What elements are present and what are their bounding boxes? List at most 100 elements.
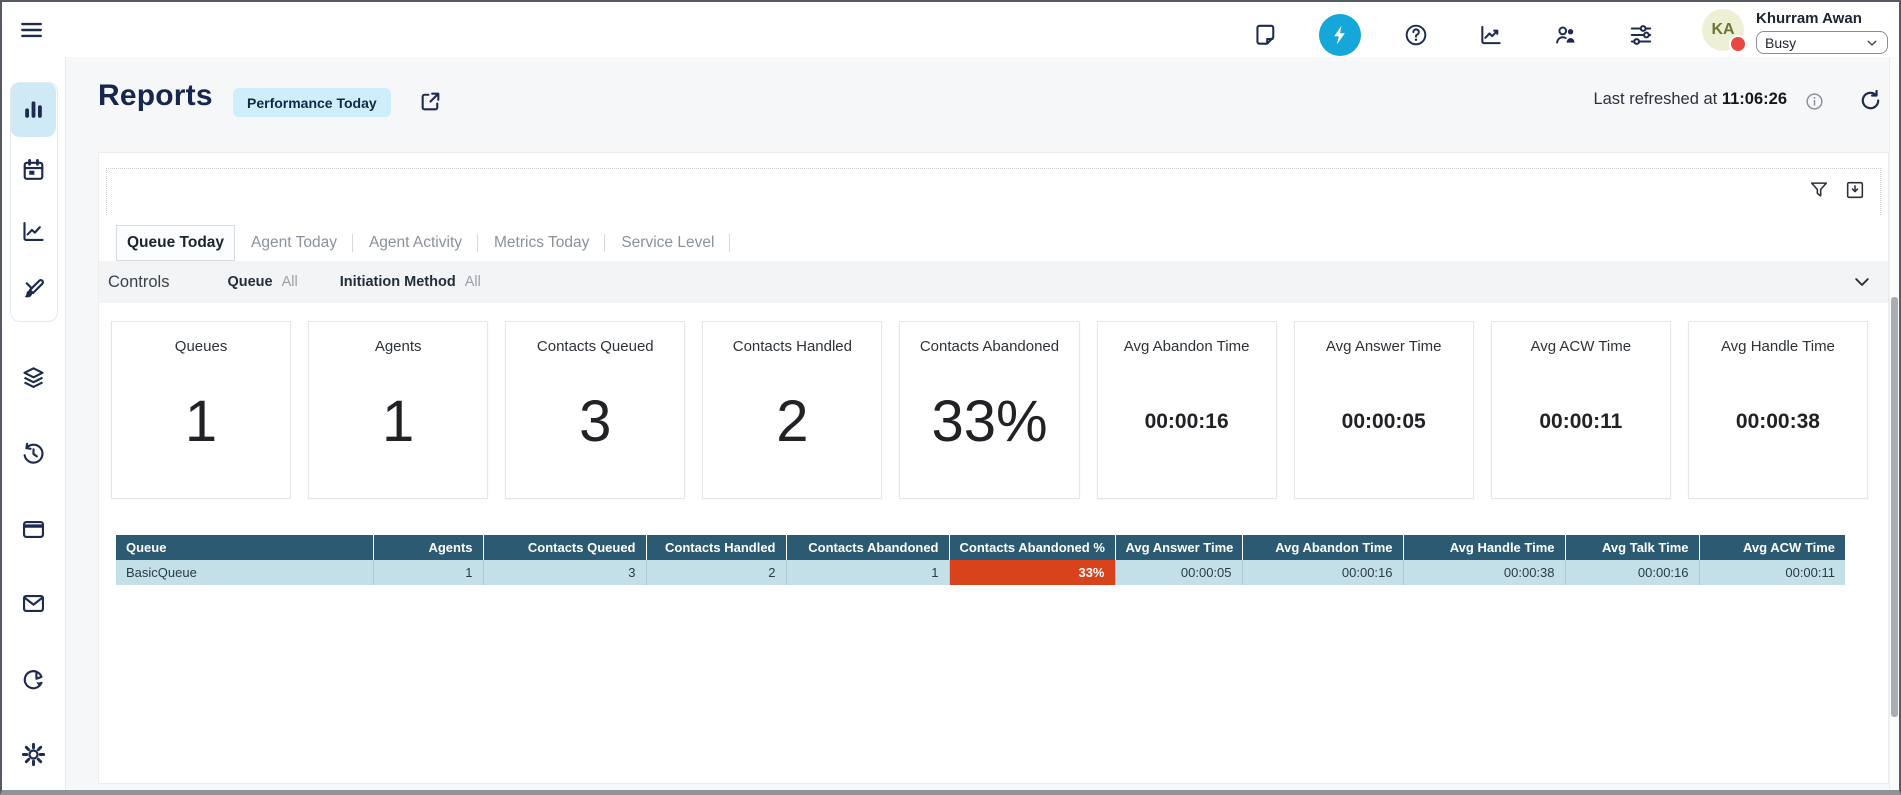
initiation-method-label: Initiation Method [340, 274, 456, 290]
sidebar-item-historical-metrics[interactable] [2, 218, 65, 245]
metric-value: 1 [382, 388, 414, 455]
window-icon [20, 516, 47, 543]
sidebar-item-mail[interactable] [2, 590, 65, 617]
cell-contacts-queued: 3 [483, 560, 646, 585]
status-select[interactable]: Busy [1756, 31, 1888, 54]
metric-card-avg-abandon-time: Avg Abandon Time 00:00:16 [1097, 321, 1277, 499]
metric-label: Avg Handle Time [1721, 338, 1835, 355]
sidebar-item-customize[interactable] [2, 276, 65, 303]
bar-chart-icon [20, 96, 47, 123]
controls-title: Controls [108, 273, 169, 292]
cell-queue: BasicQueue [116, 560, 373, 585]
col-avg-abandon-time[interactable]: Avg Abandon Time [1242, 535, 1403, 560]
tab-metrics-today[interactable]: Metrics Today [478, 225, 605, 261]
queue-table: Queue Agents Contacts Queued Contacts Ha… [116, 535, 1845, 585]
metrics-chart-icon[interactable] [1478, 22, 1504, 48]
controls-collapse-chevron-icon[interactable] [1852, 272, 1872, 292]
col-avg-talk-time[interactable]: Avg Talk Time [1565, 535, 1699, 560]
col-avg-handle-time[interactable]: Avg Handle Time [1403, 535, 1565, 560]
metric-label: Contacts Handled [733, 338, 852, 355]
status-value: Busy [1765, 35, 1796, 51]
queue-filter-label: Queue [227, 274, 272, 290]
metric-label: Avg Abandon Time [1124, 338, 1250, 355]
history-icon [20, 440, 47, 467]
metric-value: 00:00:05 [1342, 410, 1426, 434]
metric-label: Contacts Queued [537, 338, 654, 355]
metric-card-contacts-handled: Contacts Handled 2 [702, 321, 882, 499]
col-avg-answer-time[interactable]: Avg Answer Time [1115, 535, 1242, 560]
queue-filter[interactable]: Queue All [227, 274, 297, 290]
report-tabs: Queue Today Agent Today Agent Activity M… [116, 225, 730, 261]
table-header-row: Queue Agents Contacts Queued Contacts Ha… [116, 535, 1845, 560]
last-refreshed-label: Last refreshed at [1593, 90, 1717, 108]
quick-actions-icon[interactable] [1319, 14, 1361, 56]
top-bar: KA Khurram Awan Busy [2, 2, 1899, 57]
report-card: Queue Today Agent Today Agent Activity M… [98, 152, 1889, 784]
sidebar-item-window[interactable] [2, 516, 65, 543]
hamburger-menu-icon[interactable] [18, 17, 44, 43]
sliders-settings-icon[interactable] [1628, 22, 1654, 48]
sidebar-item-reports-pie[interactable] [2, 666, 65, 693]
help-icon[interactable] [1403, 22, 1429, 48]
col-contacts-handled[interactable]: Contacts Handled [646, 535, 786, 560]
cell-agents: 1 [373, 560, 483, 585]
refresh-icon[interactable] [1858, 88, 1883, 113]
metric-value: 3 [579, 388, 611, 455]
layers-icon [20, 364, 47, 391]
tab-agent-today[interactable]: Agent Today [235, 225, 353, 261]
last-refreshed-time: 11:06:26 [1722, 90, 1787, 108]
sidebar-item-realtime-metrics[interactable] [2, 96, 65, 123]
user-name: Khurram Awan [1756, 10, 1862, 27]
pie-chart-icon [20, 666, 47, 693]
app-window: KA Khurram Awan Busy [0, 0, 1901, 795]
col-contacts-queued[interactable]: Contacts Queued [483, 535, 646, 560]
download-icon[interactable] [1844, 179, 1866, 201]
cell-avg-handle-time: 00:00:38 [1403, 560, 1565, 585]
tab-agent-activity[interactable]: Agent Activity [353, 225, 478, 261]
sidebar-item-history[interactable] [2, 440, 65, 467]
metric-card-avg-handle-time: Avg Handle Time 00:00:38 [1688, 321, 1868, 499]
metric-value: 2 [776, 388, 808, 455]
metric-label: Contacts Abandoned [920, 338, 1059, 355]
cell-contacts-abandoned-pct: 33% [949, 560, 1115, 585]
vertical-scrollbar [1889, 57, 1899, 790]
metric-value: 1 [185, 388, 217, 455]
col-queue[interactable]: Queue [116, 535, 373, 560]
metric-card-avg-answer-time: Avg Answer Time 00:00:05 [1294, 321, 1474, 499]
cell-avg-abandon-time: 00:00:16 [1242, 560, 1403, 585]
table-row: BasicQueue 1 3 2 1 33% 00:00:05 00:00:16… [116, 560, 1845, 585]
metric-value: 33% [931, 388, 1047, 455]
sidebar-item-settings[interactable] [2, 741, 65, 768]
sidebar [2, 57, 66, 790]
sidebar-item-layers[interactable] [2, 364, 65, 391]
metric-cards: Queues 1 Agents 1 Contacts Queued 3 Cont… [111, 321, 1868, 499]
tab-queue-today[interactable]: Queue Today [116, 225, 235, 261]
col-contacts-abandoned[interactable]: Contacts Abandoned [786, 535, 949, 560]
users-icon[interactable] [1553, 22, 1579, 48]
col-contacts-abandoned-pct[interactable]: Contacts Abandoned % [949, 535, 1115, 560]
tab-service-level[interactable]: Service Level [605, 225, 730, 261]
filter-icon[interactable] [1808, 179, 1830, 201]
metric-value: 00:00:38 [1736, 410, 1820, 434]
sidebar-item-schedule[interactable] [2, 157, 65, 184]
avatar[interactable]: KA [1702, 9, 1744, 51]
col-avg-acw-time[interactable]: Avg ACW Time [1699, 535, 1845, 560]
cell-avg-talk-time: 00:00:16 [1565, 560, 1699, 585]
metric-label: Avg Answer Time [1326, 338, 1442, 355]
report-name-badge: Performance Today [233, 88, 391, 117]
cell-avg-answer-time: 00:00:05 [1115, 560, 1242, 585]
metric-card-avg-acw-time: Avg ACW Time 00:00:11 [1491, 321, 1671, 499]
initiation-method-filter[interactable]: Initiation Method All [340, 274, 481, 290]
info-icon[interactable] [1804, 91, 1825, 112]
metric-card-contacts-abandoned: Contacts Abandoned 33% [899, 321, 1079, 499]
metric-value: 00:00:11 [1539, 410, 1622, 434]
notes-icon[interactable] [1253, 22, 1279, 48]
calendar-icon [20, 157, 47, 184]
metric-card-queues: Queues 1 [111, 321, 291, 499]
line-chart-icon [20, 218, 47, 245]
scrollbar-thumb[interactable] [1891, 297, 1898, 717]
chevron-down-icon [1865, 36, 1879, 50]
col-agents[interactable]: Agents [373, 535, 483, 560]
brush-icon [20, 276, 47, 303]
external-link-icon[interactable] [418, 89, 443, 114]
